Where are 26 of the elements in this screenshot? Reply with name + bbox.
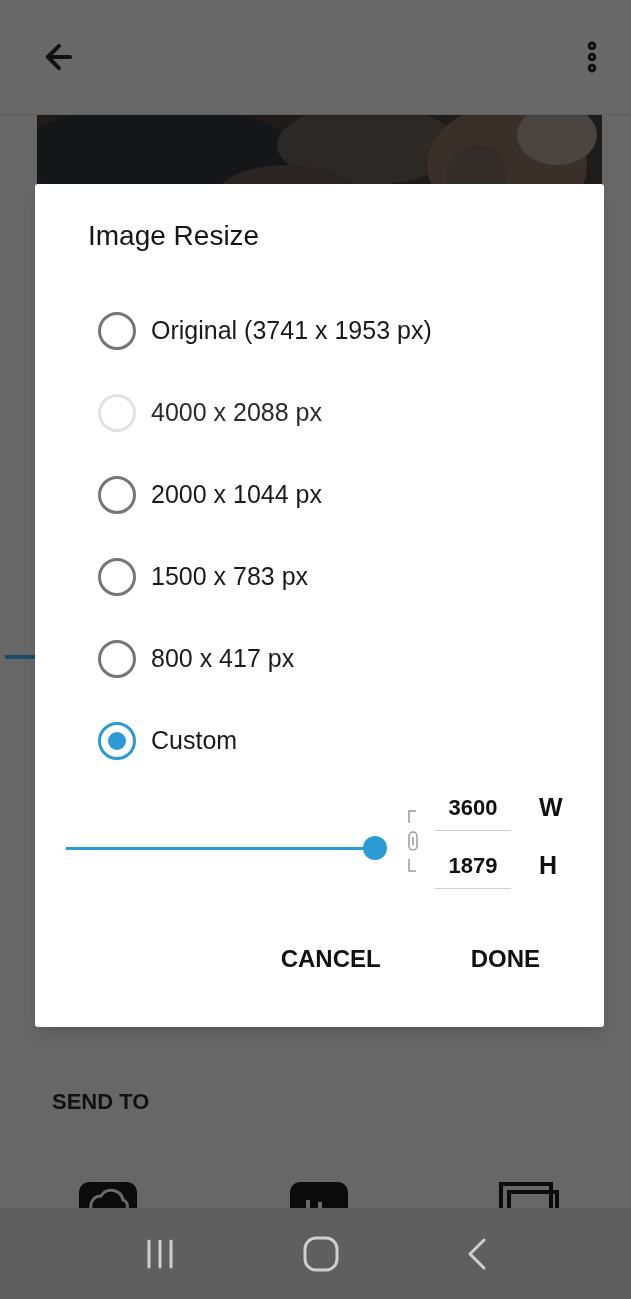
cloud-app-icon[interactable] xyxy=(79,1182,137,1208)
option-label: 1500 x 783 px xyxy=(151,561,309,593)
unit-label: H xyxy=(539,850,558,882)
link-icon[interactable] xyxy=(406,809,420,873)
unit-label: W xyxy=(539,792,563,824)
section-title: SEND TO xyxy=(52,1088,150,1116)
option-label: 4000 x 2088 px xyxy=(151,397,322,429)
home-icon[interactable] xyxy=(303,1235,340,1272)
size-input[interactable]: 1879 xyxy=(435,843,511,889)
option-label: 800 x 417 px xyxy=(151,643,295,675)
done-button[interactable]: DONE xyxy=(458,931,552,987)
radio-button[interactable] xyxy=(98,640,136,678)
radio-button[interactable] xyxy=(98,722,136,760)
radio-button[interactable] xyxy=(98,312,136,350)
tab-indicator xyxy=(5,655,36,659)
dialog-title: Image Resize xyxy=(88,219,260,253)
stack-icon[interactable] xyxy=(499,1182,559,1208)
cancel-button[interactable]: CANCEL xyxy=(268,931,393,987)
option-label: Custom xyxy=(151,725,238,757)
option-label: Original (3741 x 1953 px) xyxy=(151,315,432,347)
slider-thumb[interactable] xyxy=(363,836,387,860)
option-label: 2000 x 1044 px xyxy=(151,479,322,511)
size-input[interactable]: 3600 xyxy=(435,785,511,831)
radio-button[interactable] xyxy=(98,558,136,596)
radio-button[interactable] xyxy=(98,476,136,514)
app-icon[interactable] xyxy=(290,1182,348,1208)
